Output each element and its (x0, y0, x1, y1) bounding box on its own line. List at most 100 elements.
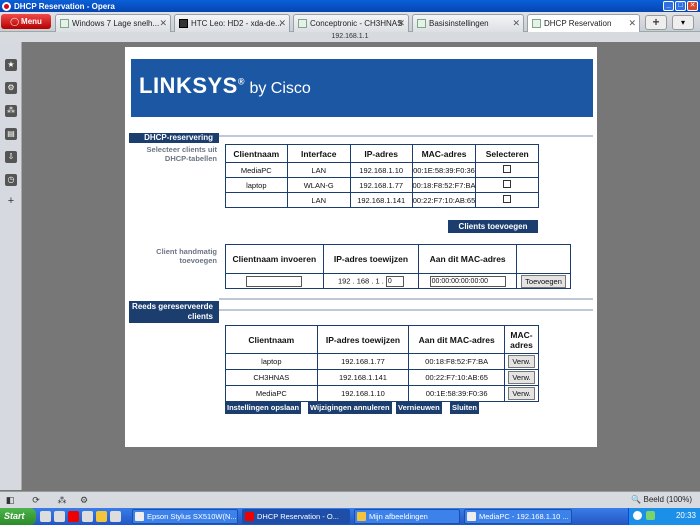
tab-close-icon[interactable]: ✕ (397, 18, 405, 29)
cell-ip: 192.168.1.10 (316, 385, 410, 402)
tab-dhcp-reservation[interactable]: DHCP Reservation ✕ (527, 14, 640, 32)
close-window-button[interactable]: ✕ (687, 1, 698, 11)
window-titlebar: DHCP Reservation - Opera _ □ ✕ (0, 0, 700, 12)
select-checkbox[interactable] (503, 165, 512, 173)
tab-close-icon[interactable]: ✕ (512, 18, 520, 29)
tray-icon[interactable] (646, 511, 655, 520)
page-icon (417, 19, 426, 28)
minimize-button[interactable]: _ (663, 1, 674, 11)
router-page: LINKSYS® by Cisco DHCP-reservering Selec… (125, 47, 597, 447)
cell-name: CH3HNAS (225, 369, 318, 386)
close-page-button[interactable]: Sluiten (450, 402, 480, 414)
cell-mac: 00:1E:58:39:F0:36 (408, 385, 506, 402)
bookmarks-icon[interactable]: ★ (5, 59, 17, 71)
mac-address-input[interactable]: 00:00:00:00:00:00 (429, 275, 506, 287)
task-epson[interactable]: Epson Stylus SX510W(N... (132, 509, 238, 524)
ip-last-octet-input[interactable]: 0 (385, 275, 404, 287)
widgets-icon[interactable]: ⚙ (5, 82, 17, 94)
task-opera[interactable]: DHCP Reservation - O... (242, 509, 350, 524)
opera-quicklaunch-icon[interactable] (68, 511, 79, 522)
save-settings-button[interactable]: Instellingen opslaan (225, 402, 302, 414)
remote-desktop-icon (467, 512, 476, 521)
refresh-button[interactable]: Vernieuwen (396, 402, 442, 414)
select-checkbox[interactable] (503, 195, 512, 203)
task-label: Epson Stylus SX510W(N... (147, 512, 237, 521)
select-checkbox[interactable] (503, 180, 512, 188)
task-label: DHCP Reservation - O... (257, 512, 339, 521)
folder-quicklaunch-icon[interactable] (96, 511, 107, 522)
verwijderen-button[interactable]: Verw. (508, 387, 535, 400)
cancel-changes-button[interactable]: Wijzigingen annuleren (308, 402, 392, 414)
col-mac-adres: MAC-adres (411, 144, 477, 163)
menu-label: Menu (21, 17, 42, 26)
quicklaunch-icon[interactable] (54, 511, 65, 522)
task-label: MediaPC - 192.168.1.10 ... (479, 512, 569, 521)
browser-statusbar: ◧ ⟳ ⁂ ⚙ 🔍 Beeld (100%) (0, 491, 700, 508)
col-clientnaam: Clientnaam (225, 144, 288, 163)
brand-by: by Cisco (245, 80, 311, 97)
cell-name (225, 192, 288, 208)
col-clientnaam-invoeren: Clientnaam invoeren (225, 244, 324, 274)
clientnaam-input[interactable] (246, 275, 303, 287)
section-divider (219, 309, 593, 311)
turbo-icon[interactable]: ⟳ (30, 495, 42, 506)
clients-toevoegen-button[interactable]: Clients toevoegen (448, 220, 538, 233)
tray-icon[interactable] (633, 511, 642, 520)
address-display[interactable]: 192.168.1.1 (0, 32, 700, 42)
tab-close-icon[interactable]: ✕ (159, 18, 167, 29)
panel-toggle-icon[interactable]: ◧ (4, 495, 16, 506)
new-tab-button[interactable]: + (645, 15, 667, 30)
cell-action: Verw. (504, 385, 539, 402)
notes-icon[interactable]: ▤ (5, 128, 17, 140)
toevoegen-button[interactable]: Toevoegen (521, 274, 566, 288)
opera-menu-button[interactable]: ◯ Menu (1, 14, 51, 29)
cell-ip: 192.168.1.10 (349, 162, 413, 178)
verwijderen-button[interactable]: Verw. (508, 355, 535, 368)
printer-icon (135, 512, 144, 521)
start-label: Start (4, 511, 25, 521)
settings-icon[interactable]: ⚙ (78, 495, 90, 506)
cell-mac-input: 00:00:00:00:00:00 (418, 273, 518, 289)
col-ip-toewijzen: IP-adres toewijzen (316, 325, 410, 354)
tab-conceptronic[interactable]: Conceptronic - CH3HNAS ✕ (293, 14, 409, 32)
cell-iface: WLAN-G (286, 177, 351, 193)
history-icon[interactable]: ◷ (5, 174, 17, 186)
tab-close-icon[interactable]: ✕ (278, 18, 286, 29)
cell-ip: 192.168.1.141 (349, 192, 413, 208)
tab-list-button[interactable]: ▾ (672, 15, 694, 30)
verwijderen-button[interactable]: Verw. (508, 371, 535, 384)
start-button[interactable]: Start (0, 508, 36, 525)
table-row: MediaPC 192.168.1.10 00:1E:58:39:F0:36 V… (225, 385, 539, 402)
tab-close-icon[interactable]: ✕ (628, 18, 636, 29)
tab-label: Conceptronic - CH3HNAS (310, 19, 403, 28)
maximize-button[interactable]: □ (675, 1, 686, 11)
task-mijn-afbeeldingen[interactable]: Mijn afbeeldingen (354, 509, 460, 524)
unite-status-icon[interactable]: ⁂ (56, 495, 68, 506)
downloads-icon[interactable]: ⇩ (5, 151, 17, 163)
quicklaunch-icon[interactable] (40, 511, 51, 522)
add-panel-icon[interactable]: + (5, 195, 17, 207)
page-icon (532, 19, 541, 28)
cell-mac: 00:22:F7:10:AB:65 (408, 369, 506, 386)
clock: 20:33 (675, 511, 696, 520)
cell-name: laptop (225, 353, 318, 370)
col-mac-toewijzen: Aan dit MAC-adres (418, 244, 518, 274)
cell-iface: LAN (286, 162, 351, 178)
table-row: LAN 192.168.1.141 00:22:F7:10:AB:65 (225, 192, 539, 208)
col-mac-toewijzen: Aan dit MAC-adres (408, 325, 506, 354)
tab-windows7[interactable]: Windows 7 Lage snelh... ✕ (55, 14, 171, 32)
quicklaunch-icon[interactable] (110, 511, 121, 522)
cell-ip: 192.168.1.77 (316, 353, 410, 370)
tab-basisinstellingen[interactable]: Basisinstellingen ✕ (412, 14, 524, 32)
cell-name-input (225, 273, 324, 289)
opera-logo-icon (2, 1, 11, 11)
zoom-label: Beeld (100%) (643, 495, 692, 504)
tab-htc-leo[interactable]: HTC Leo: HD2 - xda-de... ✕ (174, 14, 290, 32)
zoom-level[interactable]: 🔍 Beeld (100%) (631, 495, 692, 504)
table-row: laptop WLAN-G 192.168.1.77 00:18:F8:52:F… (225, 177, 539, 193)
unite-icon[interactable]: ⁂ (5, 105, 17, 117)
task-mediapc[interactable]: MediaPC - 192.168.1.10 ... (464, 509, 572, 524)
magnifier-icon: 🔍 (631, 495, 642, 504)
cell-name: MediaPC (225, 385, 318, 402)
quicklaunch-icon[interactable] (82, 511, 93, 522)
